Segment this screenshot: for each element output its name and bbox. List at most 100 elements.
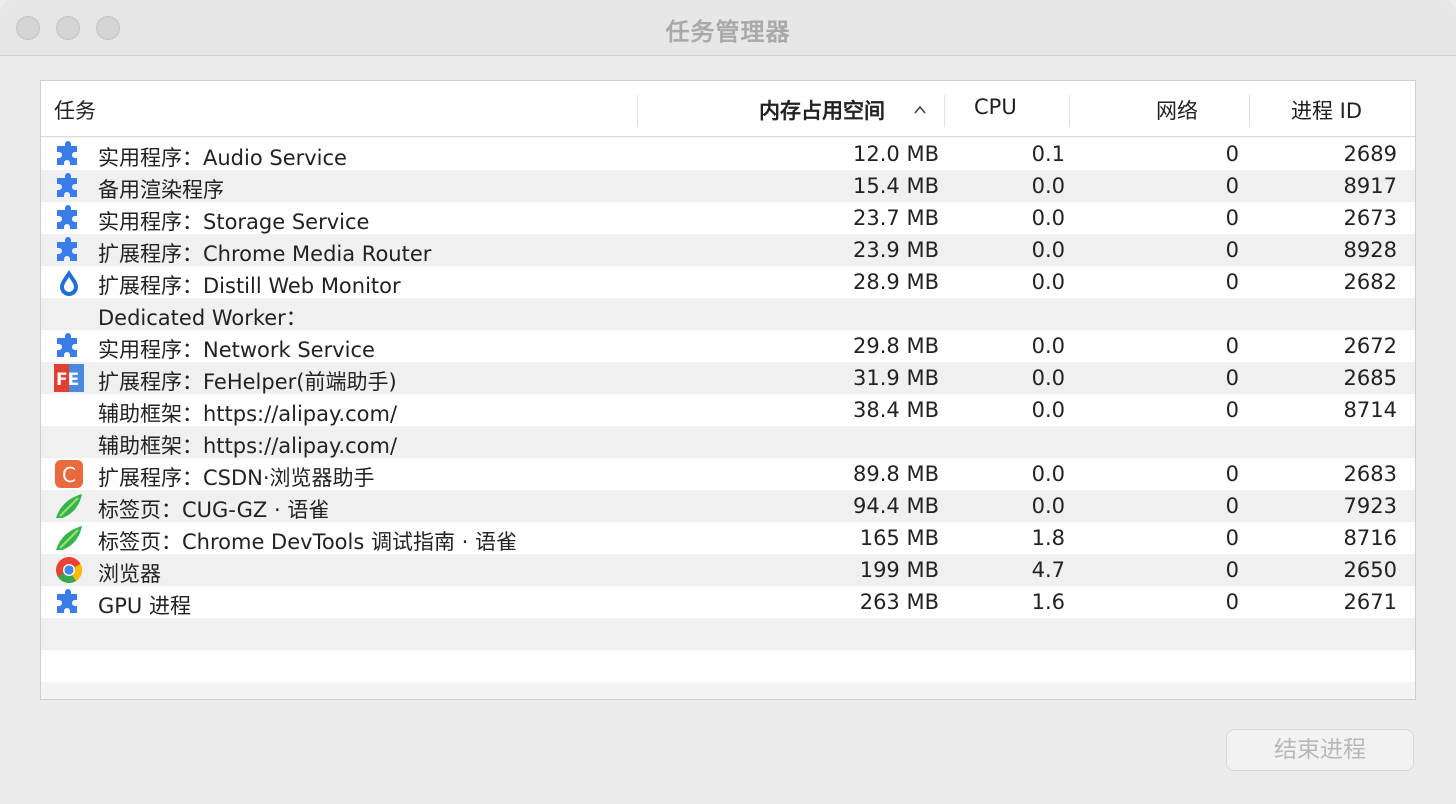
column-divider[interactable]: [1069, 95, 1070, 127]
table-row[interactable]: 浏览器 199 MB 4.7 0 2650: [41, 554, 1415, 586]
network-value: 0: [1225, 398, 1239, 422]
memory-value: 89.8 MB: [853, 462, 939, 486]
puzzle-icon: [54, 332, 84, 360]
task-name: 标签页：CUG-GZ · 语雀: [98, 498, 330, 522]
task-manager-window: 任务管理器 任务 内存占用空间 CPU 网络 进程 ID 实用程序：Audio …: [0, 0, 1456, 804]
task-name: 辅助框架：https://alipay.com/: [98, 402, 398, 426]
task-name: 实用程序：Storage Service: [98, 210, 370, 234]
column-divider[interactable]: [944, 95, 945, 127]
task-name: GPU 进程: [98, 594, 191, 618]
table-row[interactable]: 实用程序：Storage Service 23.7 MB 0.0 0 2673: [41, 202, 1415, 234]
puzzle-icon: [54, 588, 84, 616]
column-header-pid[interactable]: 进程 ID: [1291, 95, 1362, 125]
process-id: 8928: [1343, 238, 1397, 262]
cpu-value: 0.0: [1031, 494, 1065, 518]
title-bar: 任务管理器: [0, 0, 1456, 56]
cpu-value: 0.0: [1031, 398, 1065, 422]
cpu-value: 0.1: [1031, 142, 1065, 166]
table-row[interactable]: 扩展程序：Chrome Media Router 23.9 MB 0.0 0 8928: [41, 234, 1415, 266]
cpu-value: 4.7: [1031, 558, 1065, 582]
task-name: 标签页：Chrome DevTools 调试指南 · 语雀: [98, 530, 517, 554]
cpu-value: 0.0: [1031, 174, 1065, 198]
network-value: 0: [1225, 206, 1239, 230]
cpu-value: 0.0: [1031, 206, 1065, 230]
column-header-network[interactable]: 网络: [1156, 95, 1198, 125]
table-row[interactable]: 辅助框架：https://alipay.com/: [41, 426, 1415, 458]
cpu-value: 0.0: [1031, 334, 1065, 358]
memory-value: 23.7 MB: [853, 206, 939, 230]
process-id: 2650: [1343, 558, 1397, 582]
process-id: 7923: [1343, 494, 1397, 518]
table-row[interactable]: C 扩展程序：CSDN·浏览器助手 89.8 MB 0.0 0 2683: [41, 458, 1415, 490]
task-name: 扩展程序：Chrome Media Router: [98, 242, 432, 266]
cpu-value: 0.0: [1031, 238, 1065, 262]
task-name: 扩展程序：CSDN·浏览器助手: [98, 466, 375, 490]
process-id: 8917: [1343, 174, 1397, 198]
process-id: 2673: [1343, 206, 1397, 230]
memory-value: 31.9 MB: [853, 366, 939, 390]
memory-value: 94.4 MB: [853, 494, 939, 518]
process-id: 8716: [1343, 526, 1397, 550]
process-id: 2689: [1343, 142, 1397, 166]
network-value: 0: [1225, 494, 1239, 518]
table-row[interactable]: 标签页：Chrome DevTools 调试指南 · 语雀 165 MB 1.8 0 8…: [41, 522, 1415, 554]
process-id: 8714: [1343, 398, 1397, 422]
network-value: 0: [1225, 238, 1239, 262]
process-table: 任务 内存占用空间 CPU 网络 进程 ID 实用程序：Audio Servic…: [40, 80, 1416, 700]
network-value: 0: [1225, 334, 1239, 358]
table-row[interactable]: 实用程序：Network Service 29.8 MB 0.0 0 2672: [41, 330, 1415, 362]
chrome-icon: [54, 556, 84, 584]
fe-logo-icon: FE: [54, 364, 84, 392]
column-header-task[interactable]: 任务: [54, 95, 96, 125]
table-row[interactable]: Dedicated Worker：: [41, 298, 1415, 330]
task-name: 辅助框架：https://alipay.com/: [98, 434, 398, 458]
svg-text:FE: FE: [56, 370, 79, 390]
process-id: 2671: [1343, 590, 1397, 614]
table-row[interactable]: 标签页：CUG-GZ · 语雀 94.4 MB 0.0 0 7923: [41, 490, 1415, 522]
task-name: 备用渲染程序: [98, 178, 224, 202]
process-id: 2672: [1343, 334, 1397, 358]
network-value: 0: [1225, 558, 1239, 582]
column-divider[interactable]: [1249, 95, 1250, 127]
csdn-c-icon: C: [54, 460, 84, 488]
process-id: 2685: [1343, 366, 1397, 390]
empty-row: [41, 618, 1415, 650]
memory-value: 263 MB: [859, 590, 939, 614]
table-row[interactable]: FE 扩展程序：FeHelper(前端助手) 31.9 MB 0.0 0 2685: [41, 362, 1415, 394]
cpu-value: 1.6: [1031, 590, 1065, 614]
puzzle-icon: [54, 140, 84, 168]
memory-value: 15.4 MB: [853, 174, 939, 198]
task-name: 扩展程序：FeHelper(前端助手): [98, 370, 397, 394]
column-divider[interactable]: [637, 95, 638, 127]
task-name: 浏览器: [98, 562, 161, 586]
process-id: 2683: [1343, 462, 1397, 486]
table-row[interactable]: 实用程序：Audio Service 12.0 MB 0.1 0 2689: [41, 138, 1415, 170]
process-id: 2682: [1343, 270, 1397, 294]
cpu-value: 0.0: [1031, 366, 1065, 390]
column-header-cpu[interactable]: CPU: [974, 95, 1017, 125]
table-row[interactable]: 辅助框架：https://alipay.com/38.4 MB 0.0 0 8714: [41, 394, 1415, 426]
memory-value: 199 MB: [859, 558, 939, 582]
memory-value: 28.9 MB: [853, 270, 939, 294]
network-value: 0: [1225, 526, 1239, 550]
cpu-value: 0.0: [1031, 462, 1065, 486]
memory-value: 165 MB: [859, 526, 939, 550]
network-value: 0: [1225, 366, 1239, 390]
bird-icon: [54, 492, 84, 520]
task-name: Dedicated Worker：: [98, 306, 307, 330]
window-title: 任务管理器: [665, 18, 791, 46]
sort-ascending-icon: [914, 105, 926, 114]
column-header-memory[interactable]: 内存占用空间: [759, 95, 885, 125]
table-row[interactable]: GPU 进程 263 MB 1.6 0 2671: [41, 586, 1415, 618]
memory-value: 29.8 MB: [853, 334, 939, 358]
table-row[interactable]: 扩展程序：Distill Web Monitor 28.9 MB 0.0 0 2682: [41, 266, 1415, 298]
memory-value: 38.4 MB: [853, 398, 939, 422]
droplet-icon: [54, 268, 84, 296]
empty-row: [41, 650, 1415, 682]
memory-value: 12.0 MB: [853, 142, 939, 166]
network-value: 0: [1225, 590, 1239, 614]
bird-icon: [54, 524, 84, 552]
task-name: 实用程序：Network Service: [98, 338, 375, 362]
table-row[interactable]: 备用渲染程序 15.4 MB 0.0 0 8917: [41, 170, 1415, 202]
end-process-button[interactable]: 结束进程: [1226, 729, 1414, 771]
